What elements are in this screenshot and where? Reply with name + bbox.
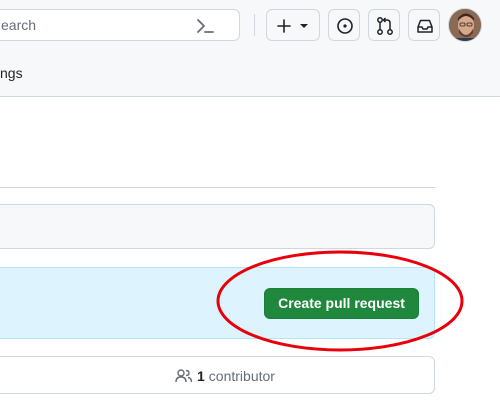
- search-input[interactable]: earch: [0, 9, 240, 41]
- pull-requests-button[interactable]: [368, 9, 400, 41]
- plus-icon: [277, 19, 291, 33]
- divider: [254, 14, 255, 36]
- issues-icon: [337, 18, 353, 34]
- branch-compare-box: [0, 204, 435, 249]
- chevron-down-icon: [300, 24, 308, 28]
- inbox-button[interactable]: [408, 9, 440, 41]
- avatar[interactable]: [448, 8, 482, 42]
- search-placeholder: earch: [1, 17, 37, 33]
- create-pull-request-button[interactable]: Create pull request: [264, 288, 419, 319]
- contributors-link[interactable]: 1 contributor: [175, 368, 275, 384]
- contributor-count: 1: [197, 368, 205, 384]
- issues-button[interactable]: [328, 9, 360, 41]
- pull-requests-icon: [377, 17, 393, 35]
- people-icon: [175, 369, 193, 383]
- command-palette-icon[interactable]: [194, 16, 216, 36]
- divider: [0, 187, 435, 188]
- inbox-icon: [417, 19, 433, 33]
- top-navigation-bar: earch ngs: [0, 0, 500, 97]
- contributor-label: contributor: [208, 368, 275, 384]
- settings-tab-label[interactable]: ngs: [0, 65, 23, 81]
- create-new-button[interactable]: [266, 9, 320, 41]
- avatar-image: [449, 9, 481, 41]
